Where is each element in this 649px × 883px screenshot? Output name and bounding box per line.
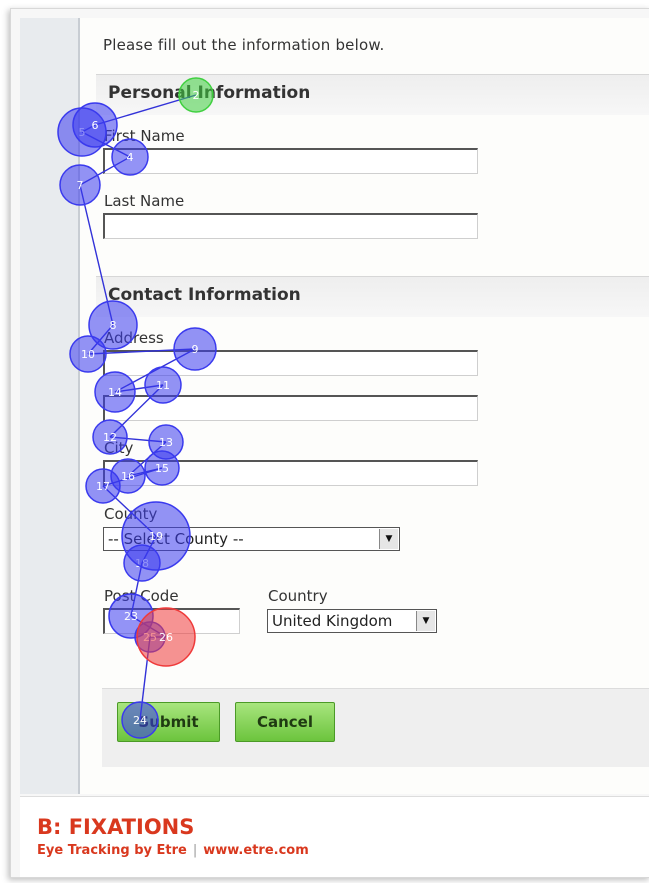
fixation-number-17: 17 bbox=[96, 480, 110, 493]
fixation-number-26: 26 bbox=[159, 631, 173, 644]
fixation-number-4: 4 bbox=[127, 151, 134, 164]
fixation-number-2: 2 bbox=[193, 89, 200, 102]
fixation-number-6: 6 bbox=[92, 119, 99, 132]
fixation-number-15: 15 bbox=[155, 462, 169, 475]
fixation-number-7: 7 bbox=[77, 179, 84, 192]
fixation-number-11: 11 bbox=[156, 379, 170, 392]
fixation-number-8: 8 bbox=[110, 319, 117, 332]
fixation-number-13: 13 bbox=[159, 436, 173, 449]
fixation-number-12: 12 bbox=[103, 431, 117, 444]
fixation-number-9: 9 bbox=[192, 343, 199, 356]
fixation-overlay: 24567891011121314151617181923242526 bbox=[57, 77, 217, 739]
fixation-markers: 24567891011121314151617181923242526 bbox=[57, 77, 217, 739]
fixation-number-16: 16 bbox=[121, 470, 135, 483]
fixation-number-14: 14 bbox=[108, 386, 122, 399]
fixation-number-23: 23 bbox=[124, 610, 138, 623]
fixation-number-19: 19 bbox=[149, 530, 163, 543]
fixation-number-10: 10 bbox=[81, 348, 95, 361]
fixation-number-24: 24 bbox=[133, 714, 147, 727]
